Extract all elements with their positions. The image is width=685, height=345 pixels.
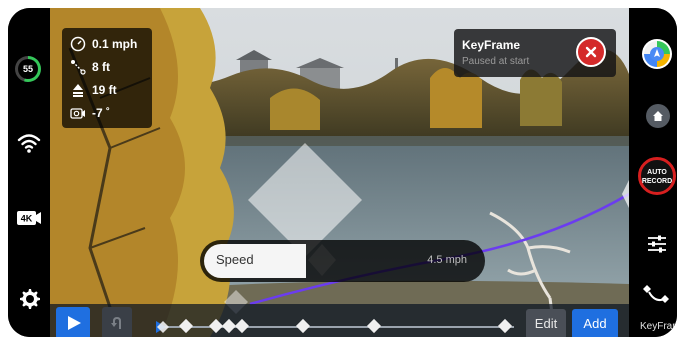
keyframe-status-card: KeyFrame Paused at start — [454, 29, 616, 77]
telemetry-altitude-value: 19 ft — [92, 83, 117, 97]
resolution-icon: 4K — [17, 211, 41, 225]
camera-feed[interactable]: 0.1 mph 8 ft 19 ft -7 ˚ KeyFrame Paused … — [50, 8, 629, 337]
speed-label: Speed — [216, 252, 254, 267]
telemetry-panel: 0.1 mph 8 ft 19 ft -7 ˚ — [62, 28, 152, 128]
settings-gear-icon[interactable] — [19, 288, 41, 310]
add-keyframe-button[interactable]: Add — [572, 309, 618, 337]
left-status-rail: 55 4K — [8, 8, 50, 337]
speedometer-icon — [70, 36, 86, 52]
altitude-icon — [73, 84, 83, 97]
speed-slider[interactable]: Speed 4.5 mph — [200, 240, 485, 282]
keyframe-status: Paused at start — [462, 56, 530, 67]
auto-record-button[interactable]: AUTO RECORD — [638, 157, 676, 195]
play-icon — [68, 316, 81, 330]
map-button[interactable] — [642, 39, 672, 69]
battery-percent: 55 — [18, 59, 38, 79]
undo-button[interactable] — [102, 307, 132, 337]
telemetry-distance-value: 8 ft — [92, 60, 110, 74]
undo-icon — [111, 316, 121, 329]
keyframe-mode-icon[interactable] — [643, 283, 671, 309]
telemetry-speed: 0.1 mph — [70, 34, 137, 54]
device-screen: 55 4K 0.1 mph 8 ft 19 ft -7 ˚ KeyFrame P… — [0, 0, 685, 345]
resolution-badge: 4K — [17, 211, 41, 225]
app-frame: 55 4K 0.1 mph 8 ft 19 ft -7 ˚ KeyFrame P… — [8, 8, 677, 337]
auto-record-line2: RECORD — [641, 178, 673, 185]
speed-value: 4.5 mph — [427, 254, 467, 266]
adjustments-sliders-icon[interactable] — [646, 233, 668, 255]
keyframe-mode-label: KeyFram — [640, 321, 677, 332]
close-icon — [585, 46, 597, 58]
telemetry-altitude: 19 ft — [70, 80, 117, 100]
auto-record-line1: AUTO — [647, 169, 667, 176]
edit-button[interactable]: Edit — [526, 309, 566, 337]
keyframe-title: KeyFrame — [462, 38, 521, 52]
telemetry-gimbal: -7 ˚ — [70, 103, 110, 123]
distance-icon — [71, 60, 86, 75]
svg-text:4K: 4K — [21, 214, 33, 224]
wifi-icon — [17, 134, 41, 153]
playhead-marker-icon[interactable] — [154, 318, 174, 336]
play-button[interactable] — [56, 307, 90, 337]
keyframe-close-button[interactable] — [576, 37, 606, 67]
home-button[interactable] — [646, 104, 670, 128]
battery-indicator: 55 — [15, 56, 41, 82]
right-control-rail: AUTO RECORD KeyFram — [629, 8, 677, 337]
telemetry-distance: 8 ft — [70, 57, 110, 77]
telemetry-speed-value: 0.1 mph — [92, 37, 138, 51]
map-icon — [644, 41, 670, 67]
gimbal-angle-icon — [70, 108, 85, 119]
home-icon — [653, 111, 663, 121]
telemetry-gimbal-value: -7 ˚ — [92, 106, 110, 120]
